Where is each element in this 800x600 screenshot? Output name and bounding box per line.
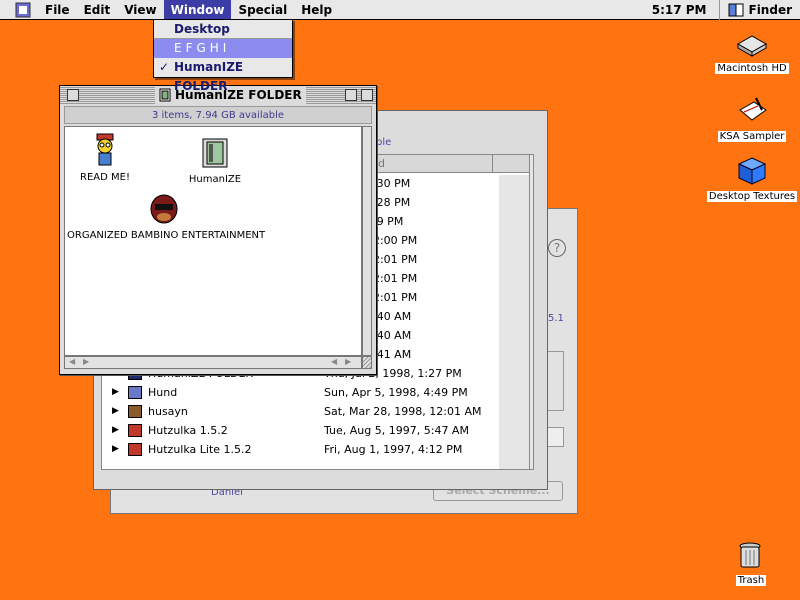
version-text: 5.1 [548, 313, 564, 324]
menu-view[interactable]: View [117, 0, 163, 20]
trash-icon [739, 542, 761, 568]
disclosure-triangle-icon[interactable]: ▶ [112, 421, 119, 440]
scroll-left-arrow-icon[interactable]: ◀ [69, 357, 75, 366]
checkmark-icon: ✓ [159, 60, 170, 74]
preview-box [546, 351, 564, 411]
application-icon [202, 138, 228, 168]
row-name: Hutzulka 1.5.2 [148, 424, 228, 437]
app-name: Finder [748, 2, 793, 17]
zoom-box[interactable] [345, 89, 357, 101]
menu-window[interactable]: Window [163, 0, 232, 20]
close-box[interactable] [67, 89, 79, 101]
scroll-right-arrow-icon[interactable]: ▶ [345, 357, 351, 366]
folder-icon [128, 443, 142, 456]
disclosure-triangle-icon[interactable]: ▶ [112, 440, 119, 459]
menu-file[interactable]: File [38, 0, 77, 20]
hard-disk-icon [736, 35, 768, 57]
finder-icon [728, 3, 743, 16]
window-info-bar: 3 items, 7.94 GB available [64, 106, 372, 124]
row-name: Hutzulka Lite 1.5.2 [148, 443, 252, 456]
folder-app-icon [159, 88, 171, 102]
menu-edit[interactable]: Edit [77, 0, 118, 20]
table-row[interactable]: ▶ husayn Sat, Mar 28, 1998, 12:01 AM [102, 402, 522, 421]
folder-contents[interactable]: READ ME! HumanIZE ORGANIZED BAMBINO ENTE… [64, 126, 362, 356]
folder-icon [128, 405, 142, 418]
apple-menu-icon[interactable] [14, 2, 32, 18]
mascot-icon [150, 194, 178, 224]
horizontal-scrollbar[interactable]: ◀ ▶ ◀ ▶ [64, 356, 362, 369]
list-scrollbar[interactable] [529, 155, 533, 469]
folder-icon [128, 424, 142, 437]
folder-icon [128, 386, 142, 399]
menu-bar: File Edit View Window Special Help 5:17 … [0, 0, 800, 20]
menu-item-desktop[interactable]: Desktop [154, 20, 292, 39]
desktop-icon-desktop-textures[interactable]: Desktop Textures [706, 156, 798, 202]
row-date: Sat, Mar 28, 1998, 12:01 AM [324, 405, 482, 418]
icon-label: Trash [735, 575, 767, 586]
window-menu-dropdown[interactable]: Desktop EFGHI ✓ HumanIZE FOLDER [153, 19, 293, 93]
table-row[interactable]: ▶ Hund Sun, Apr 5, 1998, 4:49 PM [102, 383, 522, 402]
table-row[interactable]: ▶ Hutzulka 1.5.2 Tue, Aug 5, 1997, 5:47 AM [102, 421, 522, 440]
blue-cube-icon [737, 157, 767, 185]
organized-bambino-file[interactable]: ORGANIZED BAMBINO ENTERTAINMENT [67, 193, 266, 241]
scroll-right-arrow-icon[interactable]: ▶ [83, 357, 89, 366]
date-column-header[interactable]: d [378, 157, 385, 170]
row-date: Sun, Apr 5, 1998, 4:49 PM [324, 386, 468, 399]
vertical-scrollbar[interactable] [362, 126, 372, 356]
icon-label: Desktop Textures [706, 191, 798, 202]
collapse-box[interactable] [361, 89, 373, 101]
menu-help[interactable]: Help [294, 0, 339, 20]
read-me-file[interactable]: READ ME! [79, 133, 131, 183]
icon-label: HumanIZE [188, 174, 242, 185]
menu-clock[interactable]: 5:17 PM [640, 0, 720, 20]
desktop-icon-trash[interactable]: Trash [726, 540, 776, 586]
humanize-folder-window[interactable]: HumanIZE FOLDER 3 items, 7.94 GB availab… [59, 85, 377, 375]
desktop-icon-ksa-sampler[interactable]: KSA Sampler [712, 96, 792, 142]
icon-label: READ ME! [80, 172, 130, 183]
menu-special[interactable]: Special [231, 0, 294, 20]
icon-label: KSA Sampler [717, 131, 787, 142]
humanize-app-file[interactable]: HumanIZE [185, 137, 245, 185]
menu-item-humanize-folder[interactable]: ✓ HumanIZE FOLDER [154, 58, 292, 93]
simpsons-character-icon [96, 133, 114, 166]
menu-item-efghi[interactable]: EFGHI [154, 39, 292, 58]
row-name: Hund [148, 386, 178, 399]
list-header-text: ble [376, 137, 392, 148]
disclosure-triangle-icon[interactable]: ▶ [112, 402, 119, 421]
row-name: husayn [148, 405, 188, 418]
row-date: Fri, Aug 1, 1997, 4:12 PM [324, 443, 463, 456]
application-menu[interactable]: Finder [720, 2, 800, 18]
document-pen-icon [739, 97, 767, 121]
help-button[interactable]: ? [548, 239, 566, 257]
icon-label: Macintosh HD [715, 63, 789, 74]
disclosure-triangle-icon[interactable]: ▶ [112, 383, 119, 402]
row-date: Tue, Aug 5, 1997, 5:47 AM [324, 424, 469, 437]
scroll-left-arrow-icon[interactable]: ◀ [331, 357, 337, 366]
table-row[interactable]: ▶ Hutzulka Lite 1.5.2 Fri, Aug 1, 1997, 4:… [102, 440, 522, 459]
icon-label: ORGANIZED BAMBINO ENTERTAINMENT [67, 230, 266, 241]
small-box [546, 427, 564, 447]
desktop-icon-macintosh-hd[interactable]: Macintosh HD [714, 32, 790, 74]
resize-grip[interactable] [362, 356, 372, 369]
